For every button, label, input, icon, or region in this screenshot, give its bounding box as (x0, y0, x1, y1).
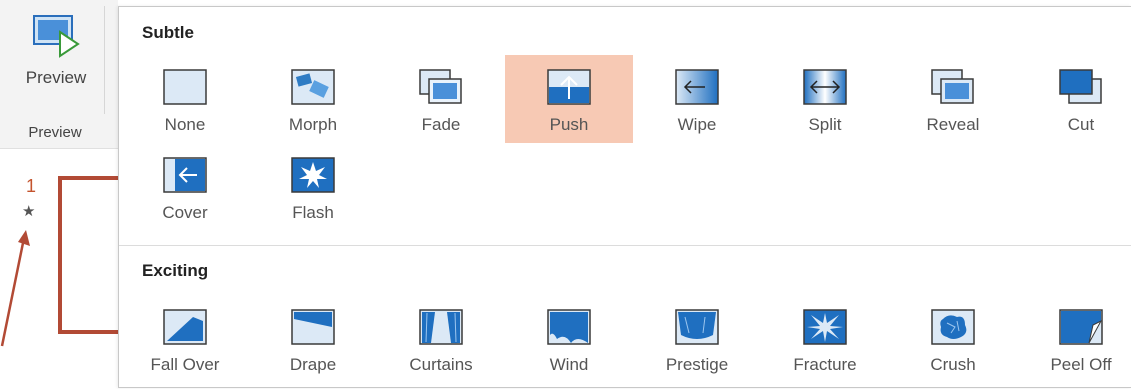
reveal-transition-icon (931, 69, 975, 105)
transition-prestige[interactable]: Prestige (633, 297, 761, 389)
section-divider (119, 245, 1131, 246)
animation-star-icon: ★ (22, 203, 36, 220)
drape-transition-icon (291, 309, 335, 345)
cover-transition-icon (163, 157, 207, 193)
transition-morph[interactable]: Morph (249, 55, 377, 143)
transition-label: Flash (292, 203, 334, 222)
transition-label: Fall Over (150, 355, 220, 374)
transition-label: Morph (288, 115, 338, 134)
preview-button[interactable]: Preview (14, 8, 98, 108)
push-transition-icon (547, 69, 591, 105)
transition-label: Fade (421, 115, 461, 134)
wind-transition-icon (547, 309, 591, 345)
transition-label: Drape (289, 355, 337, 374)
transition-label: Prestige (665, 355, 729, 374)
fracture-transition-icon (803, 309, 847, 345)
transition-wipe[interactable]: Wipe (633, 55, 761, 143)
transition-fracture[interactable]: Fracture (761, 297, 889, 389)
cut-transition-icon (1059, 69, 1103, 105)
prestige-transition-icon (675, 309, 719, 345)
transition-push[interactable]: Push (505, 55, 633, 143)
transition-crush[interactable]: Crush (889, 297, 1017, 389)
peel-off-transition-icon (1059, 309, 1103, 345)
transition-label: Fracture (793, 355, 857, 374)
fade-transition-icon (419, 69, 463, 105)
transition-wind[interactable]: Wind (505, 297, 633, 389)
transition-gallery: Subtle None Morph Fade Push Wipe Split R… (118, 6, 1131, 388)
transition-label: Split (808, 115, 842, 134)
section-title-subtle: Subtle (142, 23, 194, 42)
split-transition-icon (803, 69, 847, 105)
transition-label: Wind (549, 355, 589, 374)
ribbon-divider (104, 6, 105, 114)
transition-label: Wipe (677, 115, 717, 134)
transition-fall-over[interactable]: Fall Over (121, 297, 249, 389)
morph-transition-icon (291, 69, 335, 105)
slide-thumbnail-frame[interactable] (58, 176, 120, 334)
transition-label: Push (549, 115, 589, 134)
crush-transition-icon (931, 309, 975, 345)
transition-label: None (164, 115, 206, 134)
transition-flash[interactable]: Flash (249, 143, 377, 231)
flash-transition-icon (291, 157, 335, 193)
wipe-transition-icon (675, 69, 719, 105)
transition-label: Crush (930, 355, 976, 374)
transition-peel-off[interactable]: Peel Off (1017, 297, 1131, 389)
group-label: Preview (28, 124, 82, 141)
transition-cut[interactable]: Cut (1017, 55, 1131, 143)
annotation-arrow-icon (0, 230, 30, 347)
transition-label: Cover (162, 203, 208, 222)
slide-number: 1 (26, 176, 37, 196)
transition-split[interactable]: Split (761, 55, 889, 143)
transition-cover[interactable]: Cover (121, 143, 249, 231)
transition-label: Reveal (926, 115, 980, 134)
transition-none[interactable]: None (121, 55, 249, 143)
transition-label: Cut (1067, 115, 1095, 134)
ribbon-preview-group: Preview Preview (0, 0, 118, 149)
transition-curtains[interactable]: Curtains (377, 297, 505, 389)
transition-drape[interactable]: Drape (249, 297, 377, 389)
fall-over-transition-icon (163, 309, 207, 345)
curtains-transition-icon (419, 309, 463, 345)
transition-fade[interactable]: Fade (377, 55, 505, 143)
preview-label: Preview (25, 68, 87, 87)
transition-label: Curtains (409, 355, 473, 374)
section-title-exciting: Exciting (142, 261, 209, 280)
preview-play-icon (32, 12, 80, 65)
transition-reveal[interactable]: Reveal (889, 55, 1017, 143)
transition-label: Peel Off (1050, 355, 1112, 374)
none-transition-icon (163, 69, 207, 105)
